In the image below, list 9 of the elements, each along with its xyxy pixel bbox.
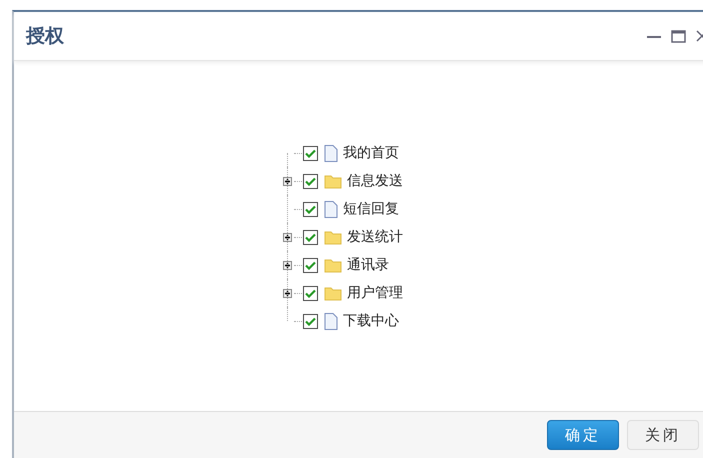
tree-item-label[interactable]: 我的首页 bbox=[343, 144, 399, 162]
tree-item-label[interactable]: 信息发送 bbox=[347, 172, 403, 190]
tree-item-label[interactable]: 下载中心 bbox=[343, 312, 399, 330]
close-button[interactable]: 关闭 bbox=[627, 420, 699, 450]
window-title: 授权 bbox=[26, 24, 65, 49]
tree-item-label[interactable]: 用户管理 bbox=[347, 284, 403, 302]
tree-item-label[interactable]: 通讯录 bbox=[347, 256, 389, 274]
tree-item-label[interactable]: 发送统计 bbox=[347, 228, 403, 246]
tree-item-label[interactable]: 短信回复 bbox=[343, 200, 399, 218]
